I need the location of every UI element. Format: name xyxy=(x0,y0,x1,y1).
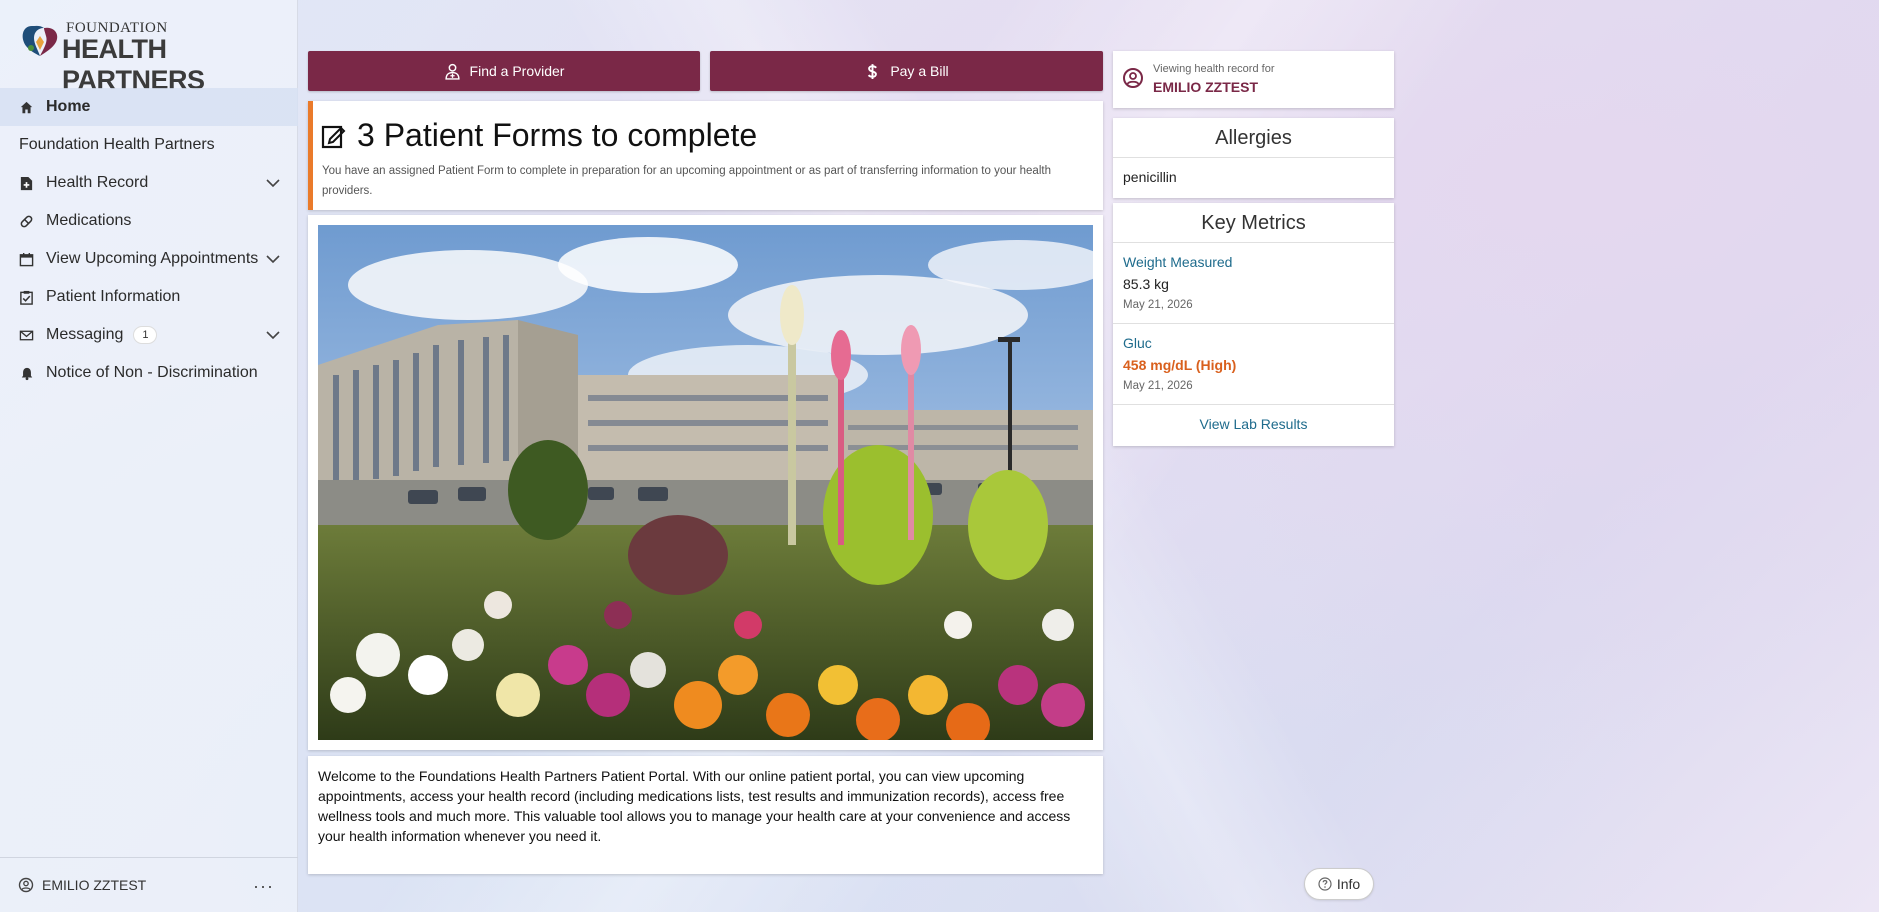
pill-icon xyxy=(18,213,35,230)
user-circle-icon xyxy=(1123,68,1143,88)
sidebar-item-label: Messaging xyxy=(46,326,124,343)
welcome-card: Welcome to the Foundations Health Partne… xyxy=(308,756,1103,874)
more-options-button[interactable]: ··· xyxy=(253,876,274,897)
bell-icon xyxy=(18,365,35,382)
edit-form-icon xyxy=(321,125,346,148)
user-circle-icon xyxy=(18,877,34,893)
patient-forms-alert[interactable]: 3 Patient Forms to complete You have an … xyxy=(308,101,1103,210)
sidebar-item-label: Foundation Health Partners xyxy=(19,136,215,153)
calendar-icon xyxy=(18,251,35,268)
viewing-record-card[interactable]: Viewing health record for EMILIO ZZTEST xyxy=(1113,51,1394,108)
brand-logo[interactable]: FOUNDATION HEALTH PARTNERS xyxy=(16,16,276,95)
unread-count-badge: 1 xyxy=(133,326,158,344)
info-label: Info xyxy=(1336,876,1361,892)
file-plus-icon xyxy=(18,175,35,192)
chevron-down-icon[interactable] xyxy=(266,328,280,342)
welcome-text: Welcome to the Foundations Health Partne… xyxy=(318,768,1071,844)
chevron-down-icon[interactable] xyxy=(266,176,280,190)
metric-date: May 21, 2026 xyxy=(1123,380,1193,392)
key-metrics-card: Key Metrics Weight Measured 85.3 kg May … xyxy=(1113,203,1394,446)
metric-name-link[interactable]: Weight Measured xyxy=(1123,254,1384,270)
sidebar-item-label: Medications xyxy=(46,212,132,229)
hospital-photo-card xyxy=(308,215,1103,750)
sidebar-item-label: Home xyxy=(46,98,91,115)
metric-value-high: 458 mg/dL (High) xyxy=(1123,357,1237,373)
home-icon xyxy=(18,99,35,116)
brand-main-text: HEALTH PARTNERS xyxy=(62,34,205,95)
sidebar-item-appointments[interactable]: View Upcoming Appointments xyxy=(0,240,298,278)
sidebar: FOUNDATION HEALTH PARTNERS Home Foundati… xyxy=(0,0,298,912)
allergies-card: Allergies penicillin xyxy=(1113,118,1394,198)
clipboard-check-icon xyxy=(18,289,35,306)
sidebar-item-home[interactable]: Home xyxy=(0,88,298,126)
account-footer[interactable]: EMILIO ZZTEST ··· xyxy=(0,857,298,912)
sidebar-item-label: Notice of Non - Discrimination xyxy=(46,364,258,381)
view-lab-results-link[interactable]: View Lab Results xyxy=(1113,405,1394,444)
key-metrics-title: Key Metrics xyxy=(1113,203,1394,243)
account-name: EMILIO ZZTEST xyxy=(42,877,147,893)
dollar-icon xyxy=(868,63,878,79)
sidebar-item-label: Health Record xyxy=(46,174,149,191)
sidebar-item-label: Patient Information xyxy=(46,288,181,305)
find-provider-label: Find a Provider xyxy=(469,63,565,79)
allergies-title: Allergies xyxy=(1113,118,1394,158)
info-button[interactable]: Info xyxy=(1304,868,1374,900)
sidebar-item-notice-non-discrimination[interactable]: Notice of Non - Discrimination xyxy=(0,354,298,392)
patient-name: EMILIO ZZTEST xyxy=(1153,79,1258,95)
sidebar-item-health-record[interactable]: Health Record xyxy=(0,164,298,202)
pay-bill-label: Pay a Bill xyxy=(890,63,949,79)
envelope-icon xyxy=(18,327,35,344)
viewing-label: Viewing health record for xyxy=(1153,63,1275,75)
metric-date: May 21, 2026 xyxy=(1123,299,1193,311)
patient-forms-title: 3 Patient Forms to complete xyxy=(321,117,757,154)
logo-mark-icon xyxy=(22,25,58,56)
sidebar-item-foundation-health-partners[interactable]: Foundation Health Partners xyxy=(0,126,298,164)
sidebar-item-medications[interactable]: Medications xyxy=(0,202,298,240)
doctor-icon xyxy=(444,63,460,80)
sidebar-item-label: View Upcoming Appointments xyxy=(46,250,259,267)
metric-value: 85.3 kg xyxy=(1123,276,1169,292)
allergy-item: penicillin xyxy=(1123,169,1177,185)
metric-name-link[interactable]: Gluc xyxy=(1123,335,1384,351)
sidebar-nav: Home Foundation Health Partners Health R… xyxy=(0,88,298,392)
patient-forms-title-text: 3 Patient Forms to complete xyxy=(357,117,758,153)
hospital-garden-photo xyxy=(318,225,1093,740)
find-provider-button[interactable]: Find a Provider xyxy=(308,51,700,91)
patient-forms-description: You have an assigned Patient Form to com… xyxy=(322,165,1051,197)
chevron-down-icon[interactable] xyxy=(266,252,280,266)
sidebar-item-patient-information[interactable]: Patient Information xyxy=(0,278,298,316)
question-circle-icon xyxy=(1318,877,1332,891)
metric-glucose: Gluc 458 mg/dL (High) May 21, 2026 xyxy=(1113,324,1394,405)
metric-weight: Weight Measured 85.3 kg May 21, 2026 xyxy=(1113,243,1394,324)
pay-bill-button[interactable]: Pay a Bill xyxy=(710,51,1103,91)
sidebar-item-messaging[interactable]: Messaging 1 xyxy=(0,316,298,354)
